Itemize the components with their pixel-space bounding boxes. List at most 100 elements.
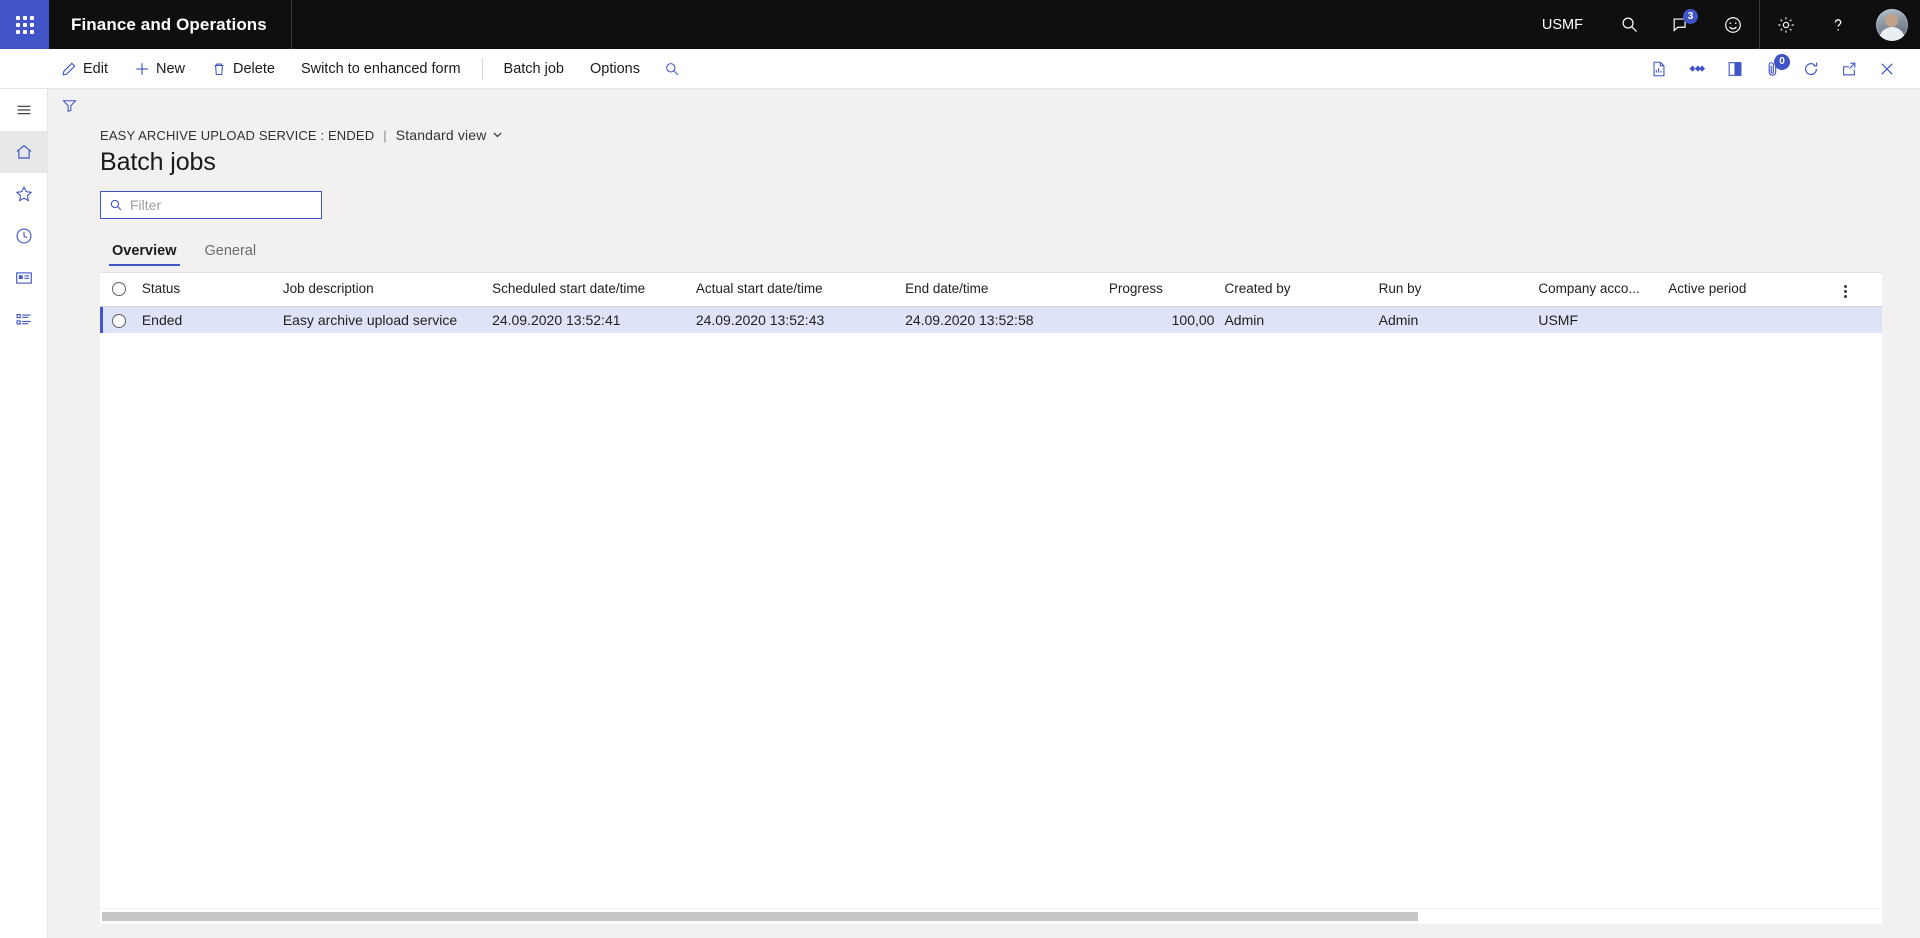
batch-job-menu-label: Batch job: [503, 60, 564, 77]
relations-diamonds-icon[interactable]: [1678, 49, 1716, 89]
user-avatar[interactable]: [1864, 0, 1920, 49]
refresh-icon[interactable]: [1792, 49, 1830, 89]
cell-actual-start: 24.09.2020 13:52:43: [695, 311, 825, 328]
waffle-grid-icon: [15, 15, 34, 34]
table-row[interactable]: Ended Easy archive upload service 24.09.…: [100, 306, 1882, 333]
tab-strip: Overview General: [100, 239, 1920, 266]
column-options-kebab-icon[interactable]: [1844, 273, 1882, 307]
notifications-badge: 3: [1683, 9, 1698, 24]
page-body: EASY ARCHIVE UPLOAD SERVICE : ENDED | St…: [0, 89, 1920, 938]
chevron-down-icon: [492, 127, 503, 143]
cell-scheduled-start: 24.09.2020 13:52:41: [492, 311, 621, 328]
app-launcher-button[interactable]: [0, 0, 49, 49]
notifications-icon[interactable]: 3: [1655, 0, 1707, 49]
column-header-progress[interactable]: Progress: [1108, 273, 1225, 307]
page-bottom-spacer: [100, 924, 1920, 938]
grid-scroll-region: Status Job description Scheduled start d…: [100, 273, 1882, 908]
cell-company-account[interactable]: USMF: [1538, 306, 1668, 333]
edit-button-label: Edit: [83, 60, 108, 77]
table-header-row: Status Job description Scheduled start d…: [100, 273, 1882, 307]
filter-input[interactable]: [130, 197, 313, 213]
select-all-header[interactable]: [100, 273, 142, 307]
company-selector[interactable]: USMF: [1522, 0, 1603, 49]
attachments-icon[interactable]: 0: [1754, 49, 1792, 89]
batch-jobs-table: Status Job description Scheduled start d…: [100, 273, 1882, 333]
horizontal-scrollbar[interactable]: [100, 908, 1882, 924]
avatar-image: [1876, 8, 1908, 41]
delete-button[interactable]: Delete: [198, 49, 288, 89]
page-panel: EASY ARCHIVE UPLOAD SERVICE : ENDED | St…: [48, 121, 1920, 938]
column-header-run-by[interactable]: Run by: [1378, 273, 1539, 307]
left-navigation-rail: [0, 89, 48, 938]
pencil-icon: [61, 61, 77, 77]
row-select-radio[interactable]: [112, 313, 126, 328]
app-title[interactable]: Finance and Operations: [49, 0, 292, 49]
sidebar-item-favorites[interactable]: [0, 173, 48, 215]
command-search-icon[interactable]: [653, 49, 691, 89]
close-icon[interactable]: [1868, 49, 1906, 89]
page-title: Batch jobs: [100, 148, 216, 176]
new-button[interactable]: New: [121, 49, 198, 89]
options-menu-label: Options: [590, 60, 640, 77]
report-document-icon[interactable]: [1640, 49, 1678, 89]
tab-overview[interactable]: Overview: [100, 239, 189, 266]
column-header-active-period[interactable]: Active period: [1668, 273, 1845, 307]
column-header-company-account[interactable]: Company acco...: [1538, 273, 1669, 307]
options-menu[interactable]: Options: [577, 49, 653, 89]
search-icon: [109, 198, 123, 212]
help-question-icon[interactable]: [1812, 0, 1864, 49]
sidebar-item-recent[interactable]: [0, 215, 48, 257]
trash-icon: [211, 61, 227, 77]
cell-end-datetime: 24.09.2020 13:52:58: [905, 311, 1034, 328]
hamburger-menu-icon[interactable]: [0, 89, 48, 131]
command-bar-divider: [481, 57, 483, 80]
open-in-new-window-icon[interactable]: [1830, 49, 1868, 89]
edit-button[interactable]: Edit: [48, 49, 121, 89]
filter-pane-bar: [48, 89, 1920, 121]
delete-button-label: Delete: [233, 60, 275, 77]
column-header-end-datetime[interactable]: End date/time: [905, 273, 1109, 307]
filter-funnel-icon[interactable]: [61, 97, 78, 114]
view-selector[interactable]: Standard view: [396, 127, 504, 143]
global-search-icon[interactable]: [1603, 0, 1655, 49]
attachments-count-badge: 0: [1774, 53, 1790, 70]
batch-job-menu[interactable]: Batch job: [491, 49, 577, 89]
select-all-radio[interactable]: [112, 282, 126, 297]
sidebar-item-home[interactable]: [0, 131, 48, 173]
breadcrumb: EASY ARCHIVE UPLOAD SERVICE : ENDED | St…: [100, 121, 1920, 143]
command-bar: Edit New Delete Switch to enhanced form …: [0, 49, 1920, 89]
horizontal-scrollbar-thumb[interactable]: [102, 912, 1418, 921]
column-header-status[interactable]: Status: [141, 273, 283, 307]
cell-status: Ended: [141, 311, 183, 328]
switch-to-enhanced-form-label: Switch to enhanced form: [300, 60, 461, 77]
top-navigation-bar: Finance and Operations USMF 3: [0, 0, 1920, 49]
tab-general[interactable]: General: [193, 239, 269, 266]
main-content: EASY ARCHIVE UPLOAD SERVICE : ENDED | St…: [48, 89, 1920, 938]
view-selector-label: Standard view: [395, 127, 487, 143]
column-header-created-by[interactable]: Created by: [1224, 273, 1379, 307]
new-button-label: New: [156, 60, 186, 77]
cell-created-by: Admin: [1224, 311, 1265, 328]
batch-jobs-grid: Status Job description Scheduled start d…: [100, 272, 1882, 924]
cell-run-by[interactable]: Admin: [1379, 306, 1539, 333]
cell-row-spacer: [1844, 306, 1882, 333]
column-header-actual-start[interactable]: Actual start date/time: [695, 273, 906, 307]
switch-to-enhanced-form-button[interactable]: Switch to enhanced form: [288, 49, 474, 89]
sidebar-item-modules[interactable]: [0, 299, 48, 341]
quick-filter[interactable]: [100, 191, 322, 219]
row-select-cell[interactable]: [100, 306, 142, 333]
command-bar-right-group: 0: [1640, 49, 1920, 89]
breadcrumb-caption: EASY ARCHIVE UPLOAD SERVICE : ENDED: [100, 127, 375, 143]
breadcrumb-separator: |: [383, 127, 387, 143]
sidebar-item-workspaces[interactable]: [0, 257, 48, 299]
column-header-job-description[interactable]: Job description: [282, 273, 493, 307]
cell-active-period: [1668, 306, 1844, 333]
side-panel-icon[interactable]: [1716, 49, 1754, 89]
top-bar-right-group: USMF 3: [1522, 0, 1920, 49]
feedback-smiley-icon[interactable]: [1707, 0, 1759, 49]
plus-icon: [134, 61, 150, 77]
gear-icon[interactable]: [1760, 0, 1812, 49]
cell-job-description: Easy archive upload service: [282, 311, 458, 328]
cell-progress: 100,00: [1171, 311, 1215, 328]
column-header-scheduled-start[interactable]: Scheduled start date/time: [492, 273, 696, 307]
